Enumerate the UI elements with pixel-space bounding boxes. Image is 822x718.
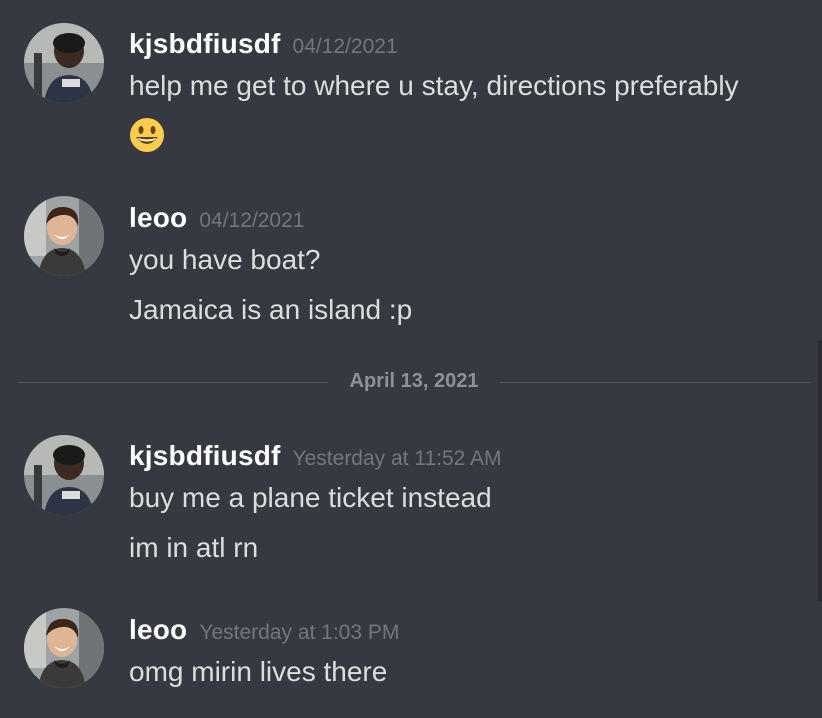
divider-date: April 13, 2021 — [349, 370, 479, 392]
divider-line — [18, 382, 328, 383]
divider-line — [500, 382, 810, 383]
message-header: kjsbdfiusdf Yesterday at 11:52 AM — [129, 440, 502, 472]
username[interactable]: kjsbdfiusdf — [129, 28, 281, 59]
date-divider: April 13, 2021 — [18, 368, 810, 398]
avatar[interactable] — [24, 608, 104, 688]
scrollbar[interactable] — [818, 340, 822, 602]
username[interactable]: kjsbdfiusdf — [129, 440, 281, 471]
smiley-emoji-icon — [130, 118, 164, 152]
message-header: leoo 04/12/2021 — [129, 202, 304, 234]
username[interactable]: leoo — [129, 614, 187, 645]
timestamp[interactable]: Yesterday at 1:03 PM — [199, 621, 399, 644]
message-text: Jamaica is an island :p — [129, 294, 413, 325]
message-text: buy me a plane ticket instead — [129, 482, 492, 513]
message-text: help me get to where u stay, directions … — [129, 70, 739, 101]
message-text: omg mirin lives there — [129, 656, 388, 687]
message-header: leoo Yesterday at 1:03 PM — [129, 614, 399, 646]
username[interactable]: leoo — [129, 202, 187, 233]
message-text: you have boat? — [129, 244, 321, 275]
avatar[interactable] — [24, 435, 104, 515]
avatar[interactable] — [24, 23, 104, 103]
timestamp[interactable]: 04/12/2021 — [199, 209, 304, 232]
message-text: im in atl rn — [129, 532, 259, 563]
chat-messages: kjsbdfiusdf 04/12/2021 help me get to whe… — [0, 0, 822, 718]
timestamp[interactable]: 04/12/2021 — [293, 35, 398, 58]
timestamp[interactable]: Yesterday at 11:52 AM — [293, 447, 502, 470]
message-header: kjsbdfiusdf 04/12/2021 — [129, 28, 398, 60]
avatar[interactable] — [24, 196, 104, 276]
